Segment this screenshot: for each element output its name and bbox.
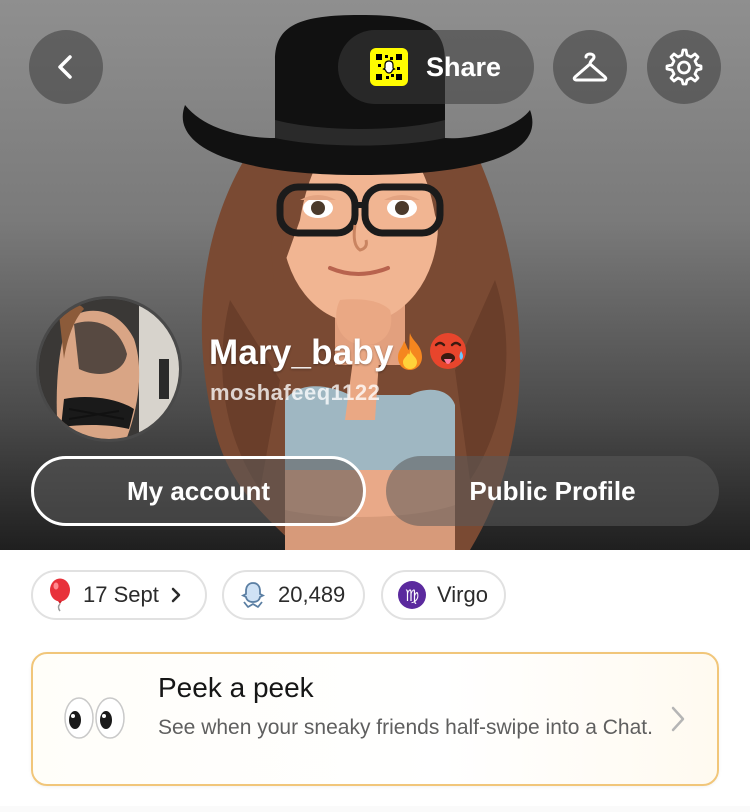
display-name: Mary_baby [209, 333, 394, 372]
settings-button[interactable] [647, 30, 721, 104]
name-emojis [394, 331, 468, 371]
fire-emoji-icon [398, 333, 422, 370]
my-account-button[interactable]: My account [31, 456, 366, 526]
snap-score-chip[interactable]: 20,489 [222, 570, 365, 620]
share-button[interactable]: Share [338, 30, 534, 104]
snap-score-text: 20,489 [278, 582, 346, 607]
hot-face-emoji-icon [430, 333, 466, 369]
virgo-icon: ♍ [398, 581, 426, 609]
username: moshafeeq1122 [210, 380, 381, 405]
share-label: Share [426, 51, 502, 82]
chevron-right-icon [171, 587, 181, 603]
profile-header: Share Mary_baby moshafeeq1122 My account… [0, 0, 750, 550]
bottom-divider [0, 806, 750, 812]
svg-text:♍: ♍ [405, 586, 419, 605]
outfit-button[interactable] [553, 30, 627, 104]
public-profile-button[interactable]: Public Profile [386, 456, 719, 526]
peek-title: Peek a peek [158, 672, 314, 703]
snapcode-icon [370, 48, 408, 86]
birthday-chip[interactable]: 17 Sept [31, 570, 207, 620]
zodiac-text: Virgo [437, 582, 488, 607]
peek-a-peek-card[interactable]: Peek a peek See when your sneaky friends… [31, 652, 719, 786]
gear-icon [665, 48, 703, 86]
hanger-icon [572, 52, 608, 82]
chevron-right-icon [671, 706, 685, 732]
eyes-icon [64, 697, 125, 739]
ghost-score-icon [240, 582, 266, 608]
birthday-text: 17 Sept [83, 582, 159, 607]
zodiac-chip[interactable]: ♍ Virgo [381, 570, 506, 620]
chevron-left-icon [58, 55, 72, 79]
profile-photo[interactable] [36, 296, 182, 442]
back-button[interactable] [29, 30, 103, 104]
balloon-icon [50, 578, 70, 612]
peek-description: See when your sneaky friends half-swipe … [158, 716, 653, 739]
